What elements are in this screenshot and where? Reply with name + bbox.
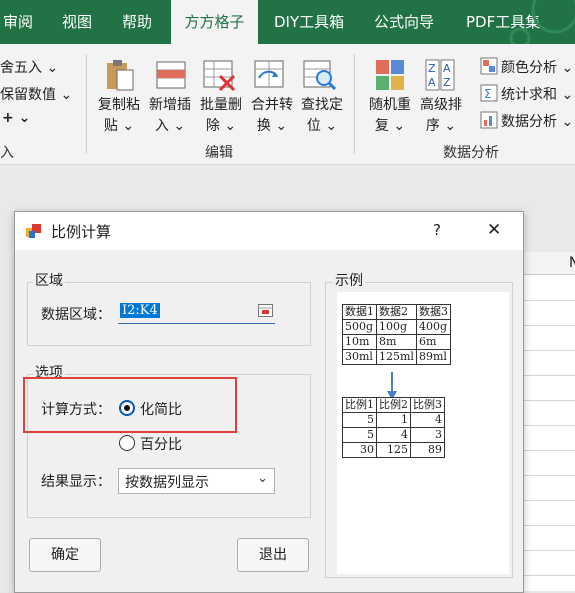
paste-button[interactable]: 复制粘贴 ⌄ bbox=[93, 95, 145, 137]
svg-text:A: A bbox=[428, 76, 436, 89]
random-repeat-button[interactable]: 随机重复 ⌄ bbox=[364, 95, 416, 137]
clipboard-icon bbox=[107, 60, 134, 91]
example-group-title: 示例 bbox=[333, 270, 365, 290]
ribbon: 舍五入 ⌄ 保留数值 ⌄ + ⌄ 入 复制粘贴 ⌄ 新增插入 ⌄ 批量删除 ⌄ … bbox=[0, 44, 575, 165]
grid-line bbox=[520, 400, 575, 401]
grid-line bbox=[520, 325, 575, 326]
example-result-table: 比例1 比例2 比例3 514 543 30 125 89 bbox=[342, 397, 445, 458]
find-locate-button[interactable]: 查找定位 ⌄ bbox=[296, 95, 348, 137]
color-analysis-button[interactable]: 颜色分析 ⌄ bbox=[501, 57, 573, 77]
merge-convert-icon bbox=[254, 60, 284, 88]
merge-convert-button[interactable]: 合并转换 ⌄ bbox=[246, 95, 298, 137]
svg-text:Z: Z bbox=[443, 76, 451, 89]
grid-line bbox=[520, 525, 575, 526]
tab-view[interactable]: 视图 bbox=[62, 0, 92, 44]
grid-line bbox=[520, 425, 575, 426]
help-button[interactable]: ? bbox=[433, 221, 441, 239]
data-region-label: 数据区域： bbox=[41, 307, 111, 323]
exit-button[interactable]: 退出 bbox=[237, 538, 309, 572]
find-locate-icon bbox=[303, 60, 337, 91]
data-analysis-icon bbox=[480, 111, 498, 129]
ribbon-tab-bar: 审阅 视图 帮助 方方格子 DIY工具箱 公式向导 PDF工具集 bbox=[0, 0, 575, 44]
decorative-circles-icon bbox=[509, 0, 575, 44]
grid-line bbox=[520, 475, 575, 476]
chevron-down-icon: ⌄ bbox=[257, 471, 268, 486]
group-label-left: 入 bbox=[0, 145, 14, 161]
dialog-title: 比例计算 bbox=[51, 223, 112, 241]
svg-text:Z: Z bbox=[428, 62, 436, 75]
tab-fangfang[interactable]: 方方格子 bbox=[171, 0, 258, 44]
sort-az-icon: ZA AZ bbox=[425, 59, 455, 91]
stat-sum-button[interactable]: 统计求和 ⌄ bbox=[501, 84, 573, 104]
cell-grid[interactable] bbox=[520, 275, 575, 591]
tab-formula-wizard[interactable]: 公式向导 bbox=[374, 0, 434, 44]
ok-button[interactable]: 确定 bbox=[29, 538, 101, 572]
table-row: 30ml 125ml 89ml bbox=[342, 349, 451, 365]
insert-rows-icon bbox=[156, 61, 186, 89]
result-display-label: 结果显示： bbox=[41, 474, 111, 490]
group-label-analysis: 数据分析 bbox=[443, 145, 499, 161]
separator bbox=[86, 54, 87, 154]
table-row: 10m 8m 6m bbox=[342, 334, 451, 350]
tab-help[interactable]: 帮助 bbox=[122, 0, 152, 44]
table-row: 514 bbox=[342, 412, 445, 428]
sum-icon: Σ bbox=[480, 84, 498, 102]
grid-line bbox=[520, 375, 575, 376]
region-group-title: 区域 bbox=[33, 270, 65, 290]
example-panel: 数据1 数据2 数据3 500g 100g 400g 10m 8m 6m 30ml 125ml… bbox=[337, 292, 509, 574]
highlight-box bbox=[23, 377, 237, 433]
tab-review[interactable]: 审阅 bbox=[3, 0, 33, 44]
group-label-edit: 编辑 bbox=[205, 145, 233, 161]
random-repeat-icon bbox=[376, 60, 404, 90]
app-icon bbox=[26, 224, 41, 238]
result-display-select[interactable]: 按数据列显示 ⌄ bbox=[118, 468, 275, 494]
table-row: 数据1 数据2 数据3 bbox=[342, 304, 451, 320]
separator bbox=[354, 54, 355, 154]
data-analysis-button[interactable]: 数据分析 ⌄ bbox=[501, 111, 573, 131]
batch-delete-icon bbox=[203, 60, 236, 92]
table-row: 比例1 比例2 比例3 bbox=[342, 397, 445, 413]
grid-line bbox=[520, 450, 575, 451]
advanced-sort-button[interactable]: 高级排序 ⌄ bbox=[415, 95, 467, 137]
grid-line bbox=[520, 350, 575, 351]
grid-line bbox=[520, 550, 575, 551]
grid-line bbox=[520, 575, 575, 576]
table-row: 543 bbox=[342, 427, 445, 443]
table-row: 500g 100g 400g bbox=[342, 319, 451, 335]
data-region-input[interactable]: I2:K4 bbox=[118, 301, 275, 324]
color-analysis-icon bbox=[480, 57, 498, 75]
round-button[interactable]: 舍五入 ⌄ bbox=[0, 57, 58, 77]
batch-delete-button[interactable]: 批量删除 ⌄ bbox=[195, 95, 247, 137]
example-source-table: 数据1 数据2 数据3 500g 100g 400g 10m 8m 6m 30ml 125ml… bbox=[342, 304, 451, 365]
ratio-calc-dialog: 比例计算 ? ✕ 区域 数据区域： I2:K4 选项 计算方式： 化简比 百分比… bbox=[14, 211, 524, 593]
close-button[interactable]: ✕ bbox=[487, 220, 501, 240]
radio-percent-label[interactable]: 百分比 bbox=[140, 434, 182, 454]
tab-diy-toolbox[interactable]: DIY工具箱 bbox=[274, 0, 344, 44]
plus-button[interactable]: + ⌄ bbox=[2, 110, 30, 126]
grid-line bbox=[520, 500, 575, 501]
range-picker-icon[interactable] bbox=[258, 304, 273, 317]
insert-button[interactable]: 新增插入 ⌄ bbox=[144, 95, 196, 137]
table-row: 30 125 89 bbox=[342, 442, 445, 458]
grid-line bbox=[520, 300, 575, 301]
keep-value-button[interactable]: 保留数值 ⌄ bbox=[0, 84, 72, 104]
svg-text:Σ: Σ bbox=[484, 87, 492, 101]
dialog-titlebar[interactable]: 比例计算 ? ✕ bbox=[15, 212, 523, 250]
svg-text:A: A bbox=[443, 62, 451, 75]
column-header: N bbox=[520, 252, 575, 275]
radio-percent[interactable] bbox=[119, 435, 135, 451]
